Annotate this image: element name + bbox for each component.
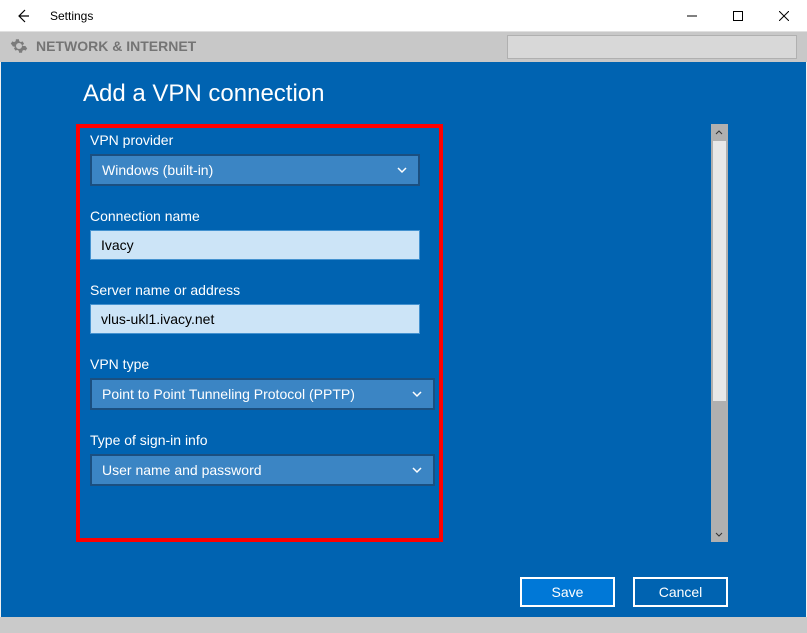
scroll-thumb[interactable] (713, 141, 726, 401)
vpn-type-field: VPN type Point to Point Tunneling Protoc… (90, 356, 429, 410)
server-name-field: Server name or address (90, 282, 429, 334)
maximize-icon (733, 11, 743, 21)
connection-name-input[interactable] (90, 230, 420, 260)
vpn-type-label: VPN type (90, 356, 429, 372)
vpn-provider-value: Windows (built-in) (102, 162, 213, 178)
minimize-button[interactable] (669, 0, 715, 32)
signin-info-field: Type of sign-in info User name and passw… (90, 432, 429, 486)
maximize-button[interactable] (715, 0, 761, 32)
cancel-button[interactable]: Cancel (633, 577, 728, 607)
chevron-down-icon (411, 388, 423, 400)
bottom-shadow-strip (0, 617, 807, 633)
titlebar: Settings (0, 0, 807, 32)
vpn-provider-select[interactable]: Windows (built-in) (90, 154, 420, 186)
minimize-icon (687, 11, 697, 21)
close-icon (779, 11, 789, 21)
signin-info-label: Type of sign-in info (90, 432, 429, 448)
back-arrow-icon (15, 8, 31, 24)
add-vpn-modal: Add a VPN connection VPN provider Window… (1, 62, 806, 617)
close-button[interactable] (761, 0, 807, 32)
chevron-down-icon (396, 164, 408, 176)
button-row: Save Cancel (520, 577, 728, 607)
highlighted-fields-box: VPN provider Windows (built-in) Connecti… (76, 124, 443, 542)
cancel-button-label: Cancel (659, 584, 703, 600)
background-header: NETWORK & INTERNET (0, 32, 807, 62)
background-header-text: NETWORK & INTERNET (36, 38, 196, 54)
vpn-provider-field: VPN provider Windows (built-in) (90, 132, 429, 186)
vpn-type-select[interactable]: Point to Point Tunneling Protocol (PPTP) (90, 378, 435, 410)
vpn-type-value: Point to Point Tunneling Protocol (PPTP) (102, 386, 355, 402)
signin-info-select[interactable]: User name and password (90, 454, 435, 486)
scroll-down-button[interactable] (711, 525, 728, 542)
chevron-up-icon (715, 129, 723, 137)
scrollbar[interactable] (710, 124, 728, 542)
scroll-track[interactable] (711, 141, 728, 525)
connection-name-field: Connection name (90, 208, 429, 260)
save-button[interactable]: Save (520, 577, 615, 607)
window-controls (669, 0, 807, 32)
modal-title: Add a VPN connection (83, 80, 806, 108)
window-title: Settings (50, 9, 93, 23)
background-search-box (507, 35, 797, 59)
connection-name-label: Connection name (90, 208, 429, 224)
chevron-down-icon (715, 530, 723, 538)
gear-icon (10, 37, 28, 55)
signin-info-value: User name and password (102, 462, 262, 478)
chevron-down-icon (411, 464, 423, 476)
server-name-label: Server name or address (90, 282, 429, 298)
back-button[interactable] (0, 0, 46, 32)
server-name-input[interactable] (90, 304, 420, 334)
save-button-label: Save (552, 584, 584, 600)
scroll-up-button[interactable] (711, 124, 728, 141)
vpn-provider-label: VPN provider (90, 132, 429, 148)
